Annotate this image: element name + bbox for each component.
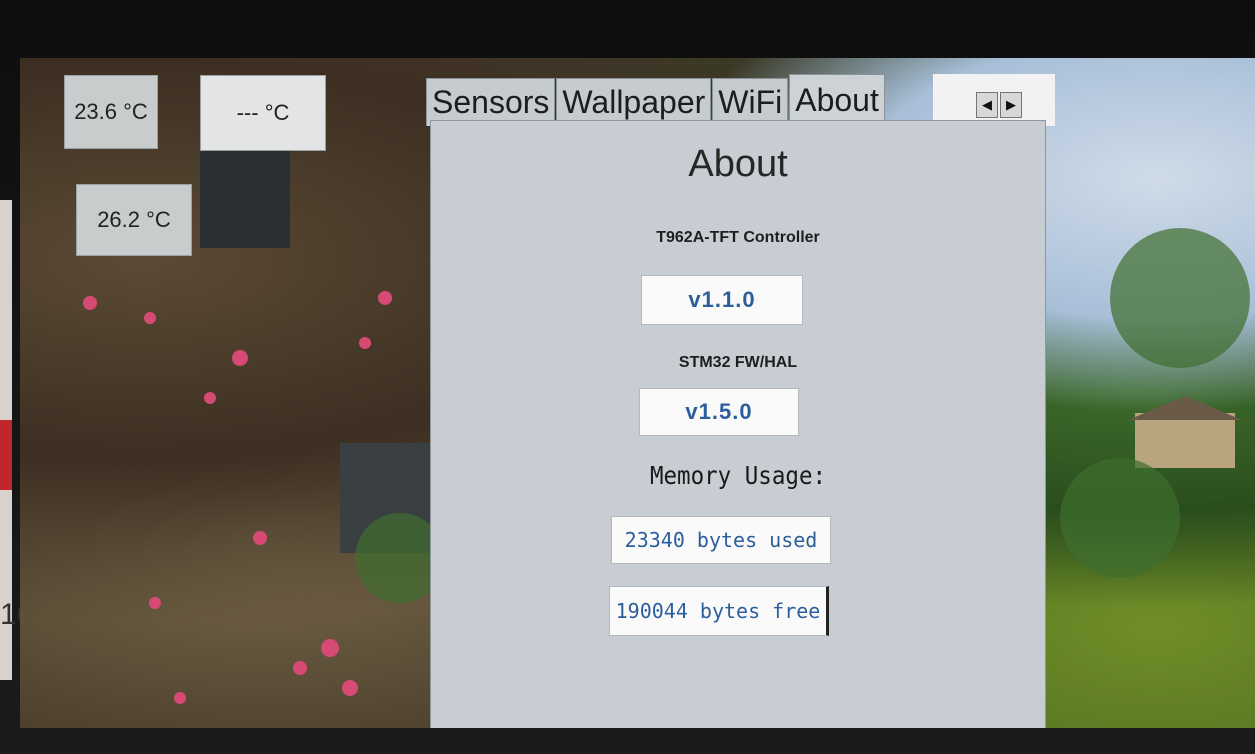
temperature-readout-3: 26.2 °C	[76, 184, 192, 256]
controller-label: T962A-TFT Controller	[656, 229, 820, 246]
screen: 23.6 °C --- °C 26.2 °C Sensors Wallpaper…	[20, 58, 1255, 728]
tab-wifi[interactable]: WiFi	[712, 78, 789, 126]
arrow-left-icon[interactable]: ◀	[976, 92, 998, 118]
controller-version-field: v1.1.0	[641, 275, 803, 325]
window-lower	[340, 443, 430, 553]
temperature-readout-1: 23.6 °C	[64, 75, 158, 149]
memory-usage-title: Memory Usage:	[649, 461, 827, 490]
tab-sensors[interactable]: Sensors	[426, 78, 556, 126]
memory-used-field: 23340 bytes used	[611, 516, 831, 564]
background-red-sign	[0, 420, 12, 490]
hal-label: STM32 FW/HAL	[678, 354, 798, 371]
hal-version-field: v1.5.0	[639, 388, 799, 436]
about-panel: About T962A-TFT Controller v1.1.0 STM32 …	[430, 120, 1046, 728]
memory-free-field: 190044 bytes free	[609, 586, 829, 636]
tab-wallpaper[interactable]: Wallpaper	[556, 78, 712, 126]
tab-scroll-buttons: ◀ ▶	[976, 92, 1022, 118]
distant-cottage	[1135, 413, 1235, 468]
temperature-readout-2: --- °C	[200, 75, 326, 151]
tab-bar: Sensors Wallpaper WiFi About	[426, 68, 886, 126]
arrow-right-icon[interactable]: ▶	[1000, 92, 1022, 118]
tab-about[interactable]: About	[789, 74, 885, 126]
panel-title: About	[688, 143, 788, 185]
